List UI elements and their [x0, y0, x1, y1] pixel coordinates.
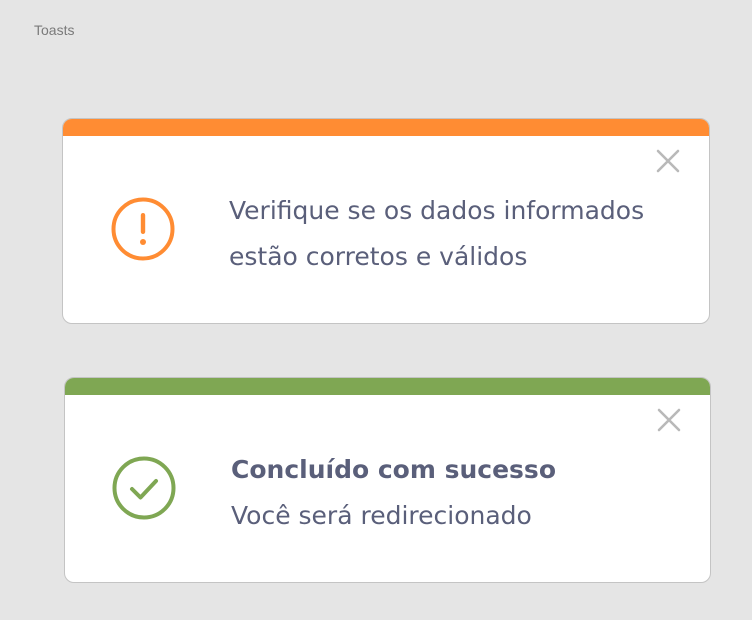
warning-close-button[interactable]	[655, 148, 681, 174]
frame-label: Toasts	[34, 22, 75, 38]
close-icon	[657, 408, 681, 432]
warning-toast: Verifique se os dados informados estão c…	[62, 118, 710, 324]
success-close-button[interactable]	[656, 407, 682, 433]
warning-accent-bar	[63, 119, 709, 136]
exclamation-circle-icon	[111, 197, 175, 261]
close-icon	[656, 149, 680, 173]
warning-message: Verifique se os dados informados estão c…	[229, 188, 644, 280]
warning-message-line: estão corretos e válidos	[229, 242, 528, 271]
success-title: Concluído com sucesso	[231, 455, 556, 484]
success-message: Concluído com sucesso Você será redireci…	[231, 447, 556, 539]
success-message-line: Você será redirecionado	[231, 501, 532, 530]
success-accent-bar	[65, 378, 710, 395]
success-toast: Concluído com sucesso Você será redireci…	[64, 377, 711, 583]
warning-message-line: Verifique se os dados informados	[229, 196, 645, 225]
check-circle-icon	[112, 456, 176, 520]
